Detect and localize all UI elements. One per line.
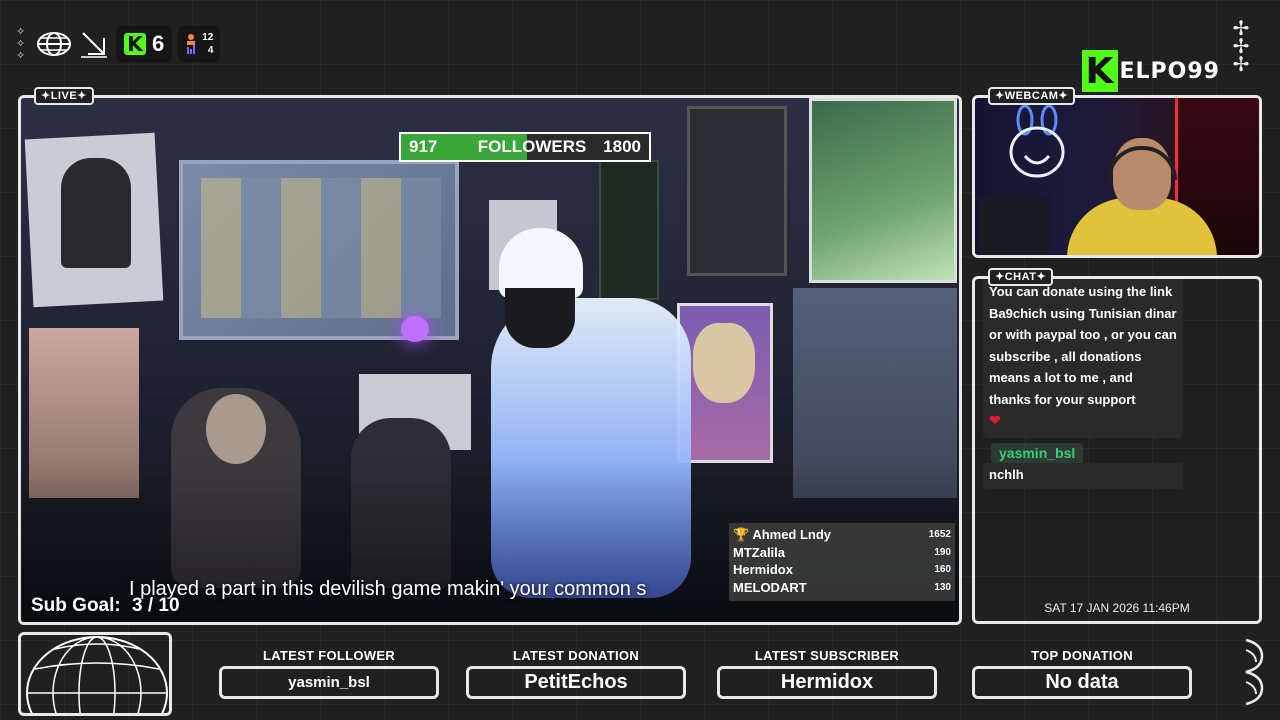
latest-subscriber-widget: LATEST SUBSCRIBER Hermidox: [717, 648, 937, 699]
leaderboard-value: 190: [934, 546, 951, 558]
latest-donation-label: LATEST DONATION: [512, 648, 640, 663]
latest-donation-widget: LATEST DONATION PetitEchos: [466, 648, 686, 699]
top-donation-label: TOP DONATION: [1031, 648, 1133, 663]
webcam-panel: [972, 95, 1262, 258]
poster-shape: [599, 160, 659, 300]
lyrics-caption: I played a part in this devilish game ma…: [129, 578, 647, 600]
latest-follower-label: LATEST FOLLOWER: [262, 648, 396, 663]
chair-shape: [979, 198, 1049, 255]
sub-goal-label: Sub Goal:: [31, 595, 121, 616]
live-tag: ✦LIVE✦: [34, 87, 94, 105]
stats-icon: [187, 34, 196, 54]
sparkle-icons: ✧ ✧ ✧: [16, 26, 26, 62]
sub-goal: Sub Goal: 3 / 10: [31, 595, 180, 617]
leaderboard-row: Hermidox 160: [733, 561, 951, 579]
skull-shape: [693, 323, 755, 403]
kick-logo-icon: K: [124, 32, 146, 56]
chat-tag: ✦CHAT✦: [988, 268, 1054, 286]
followers-current: 917: [409, 137, 438, 156]
stat-bottom-value: 4: [207, 45, 214, 56]
poster-shape: [809, 98, 957, 283]
top-donation-widget: TOP DONATION No data: [972, 648, 1192, 699]
leaderboard-row: MTZalila 190: [733, 544, 951, 562]
globe-graphic-box: [18, 632, 172, 716]
top-left-bar: ✧ ✧ ✧ K 6 12 4: [16, 24, 221, 64]
latest-subscriber-label: LATEST SUBSCRIBER: [754, 648, 900, 663]
leaderboard: 🏆 Ahmed Lndy 1652 MTZalila 190 Hermidox …: [729, 523, 955, 601]
chat-message: nchlh: [983, 463, 1183, 489]
chat-username: yasmin_bsl: [991, 443, 1084, 463]
neon-bunny-icon: [1009, 104, 1065, 178]
leaderboard-value: 130: [934, 581, 951, 593]
person-head-shape: [206, 394, 266, 464]
corner-wave-icon: [1245, 638, 1264, 706]
sub-goal-value: 3 / 10: [132, 595, 180, 616]
heart-icon: ❤: [989, 412, 1001, 428]
brand-logo: K ELPO99: [1081, 50, 1221, 92]
leaderboard-value: 1652: [928, 529, 951, 541]
latest-donation-value: PetitEchos: [466, 666, 686, 699]
stat-top-value: 12: [202, 32, 214, 43]
chat-message-text: You can donate using the link Ba9chich u…: [989, 284, 1177, 407]
globe-icon: [37, 32, 71, 56]
face-shape: [505, 288, 575, 348]
followers-label: FOLLOWERS: [477, 137, 587, 156]
tapestry-pattern-shape: [201, 178, 441, 318]
poster-portrait-shape: [61, 158, 131, 268]
leaderboard-value: 160: [934, 564, 951, 576]
latest-subscriber-value: Hermidox: [717, 666, 937, 699]
purple-light-shape: [401, 316, 429, 342]
leaderboard-name: MTZalila: [733, 544, 786, 560]
arrow-down-right-icon: [81, 32, 107, 58]
live-panel: 917 FOLLOWERS 1800 I played a part in th…: [18, 95, 962, 625]
wireframe-globe-icon: [26, 636, 168, 713]
leaderboard-name: 🏆 Ahmed Lndy: [733, 526, 832, 542]
brand-name: ELPO99: [1119, 58, 1220, 84]
viewer-stats-pill: 12 4: [178, 26, 221, 62]
kick-count-pill: K 6: [116, 26, 173, 62]
latest-follower-widget: LATEST FOLLOWER yasmin_bsl: [219, 648, 439, 699]
corner-sparkle-icons: ✢ ✢ ✢: [1232, 18, 1250, 76]
followers-goal: 1800: [603, 137, 641, 156]
leaderboard-name: Hermidox: [733, 562, 793, 578]
chat-message: You can donate using the link Ba9chich u…: [983, 279, 1183, 438]
leaderboard-row: MELODART 130: [733, 579, 951, 597]
poster-shape: [687, 106, 787, 276]
leaderboard-row: 🏆 Ahmed Lndy 1652: [733, 526, 951, 544]
followers-goal-bar: 917 FOLLOWERS 1800: [399, 132, 651, 162]
top-donation-value: No data: [972, 666, 1192, 699]
brand-logo-letter: K: [1081, 50, 1118, 92]
webcam-tag: ✦WEBCAM✦: [988, 87, 1076, 105]
latest-follower-value: yasmin_bsl: [219, 666, 439, 699]
kick-count: 6: [152, 31, 165, 56]
chat-panel: You can donate using the link Ba9chich u…: [972, 276, 1262, 624]
leaderboard-name: MELODART: [733, 579, 807, 595]
chat-datetime: SAT 17 JAN 2026 11:46PM: [1044, 601, 1190, 615]
